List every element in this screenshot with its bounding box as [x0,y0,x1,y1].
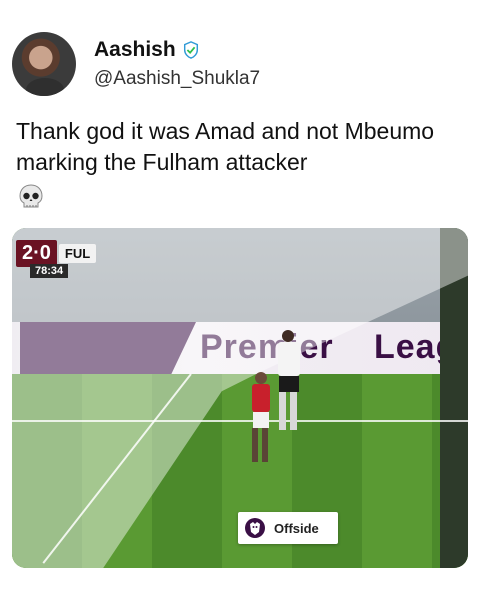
tweet-header: Aashish @Aashish_Shukla7 [12,32,468,98]
away-team: FUL [58,244,97,263]
tweet-media[interactable]: Premier Leagu 2·0 FUL 78:34 Offside [12,228,468,568]
match-clock: 78:34 [30,264,69,278]
premier-league-lion-icon [245,518,265,538]
player-red-shirt [252,372,270,462]
player-white-shirt [278,330,300,430]
away-score: 0 [39,242,51,264]
offside-badge: Offside [238,512,338,544]
offside-label: Offside [274,520,319,536]
score-separator: · [33,242,40,264]
tweet-text: Thank god it was Amad and not Mbeumo mar… [16,118,435,175]
avatar[interactable] [12,32,76,96]
verified-icon [183,41,198,59]
home-score: 2 [22,242,34,264]
name-row: Aashish [94,38,200,62]
scorebug: 2·0 FUL [16,240,97,267]
skull-icon [19,184,43,208]
user-handle[interactable]: @Aashish_Shukla7 [94,68,260,90]
display-name[interactable]: Aashish [94,38,176,62]
home-score-box: 2·0 [16,240,57,267]
